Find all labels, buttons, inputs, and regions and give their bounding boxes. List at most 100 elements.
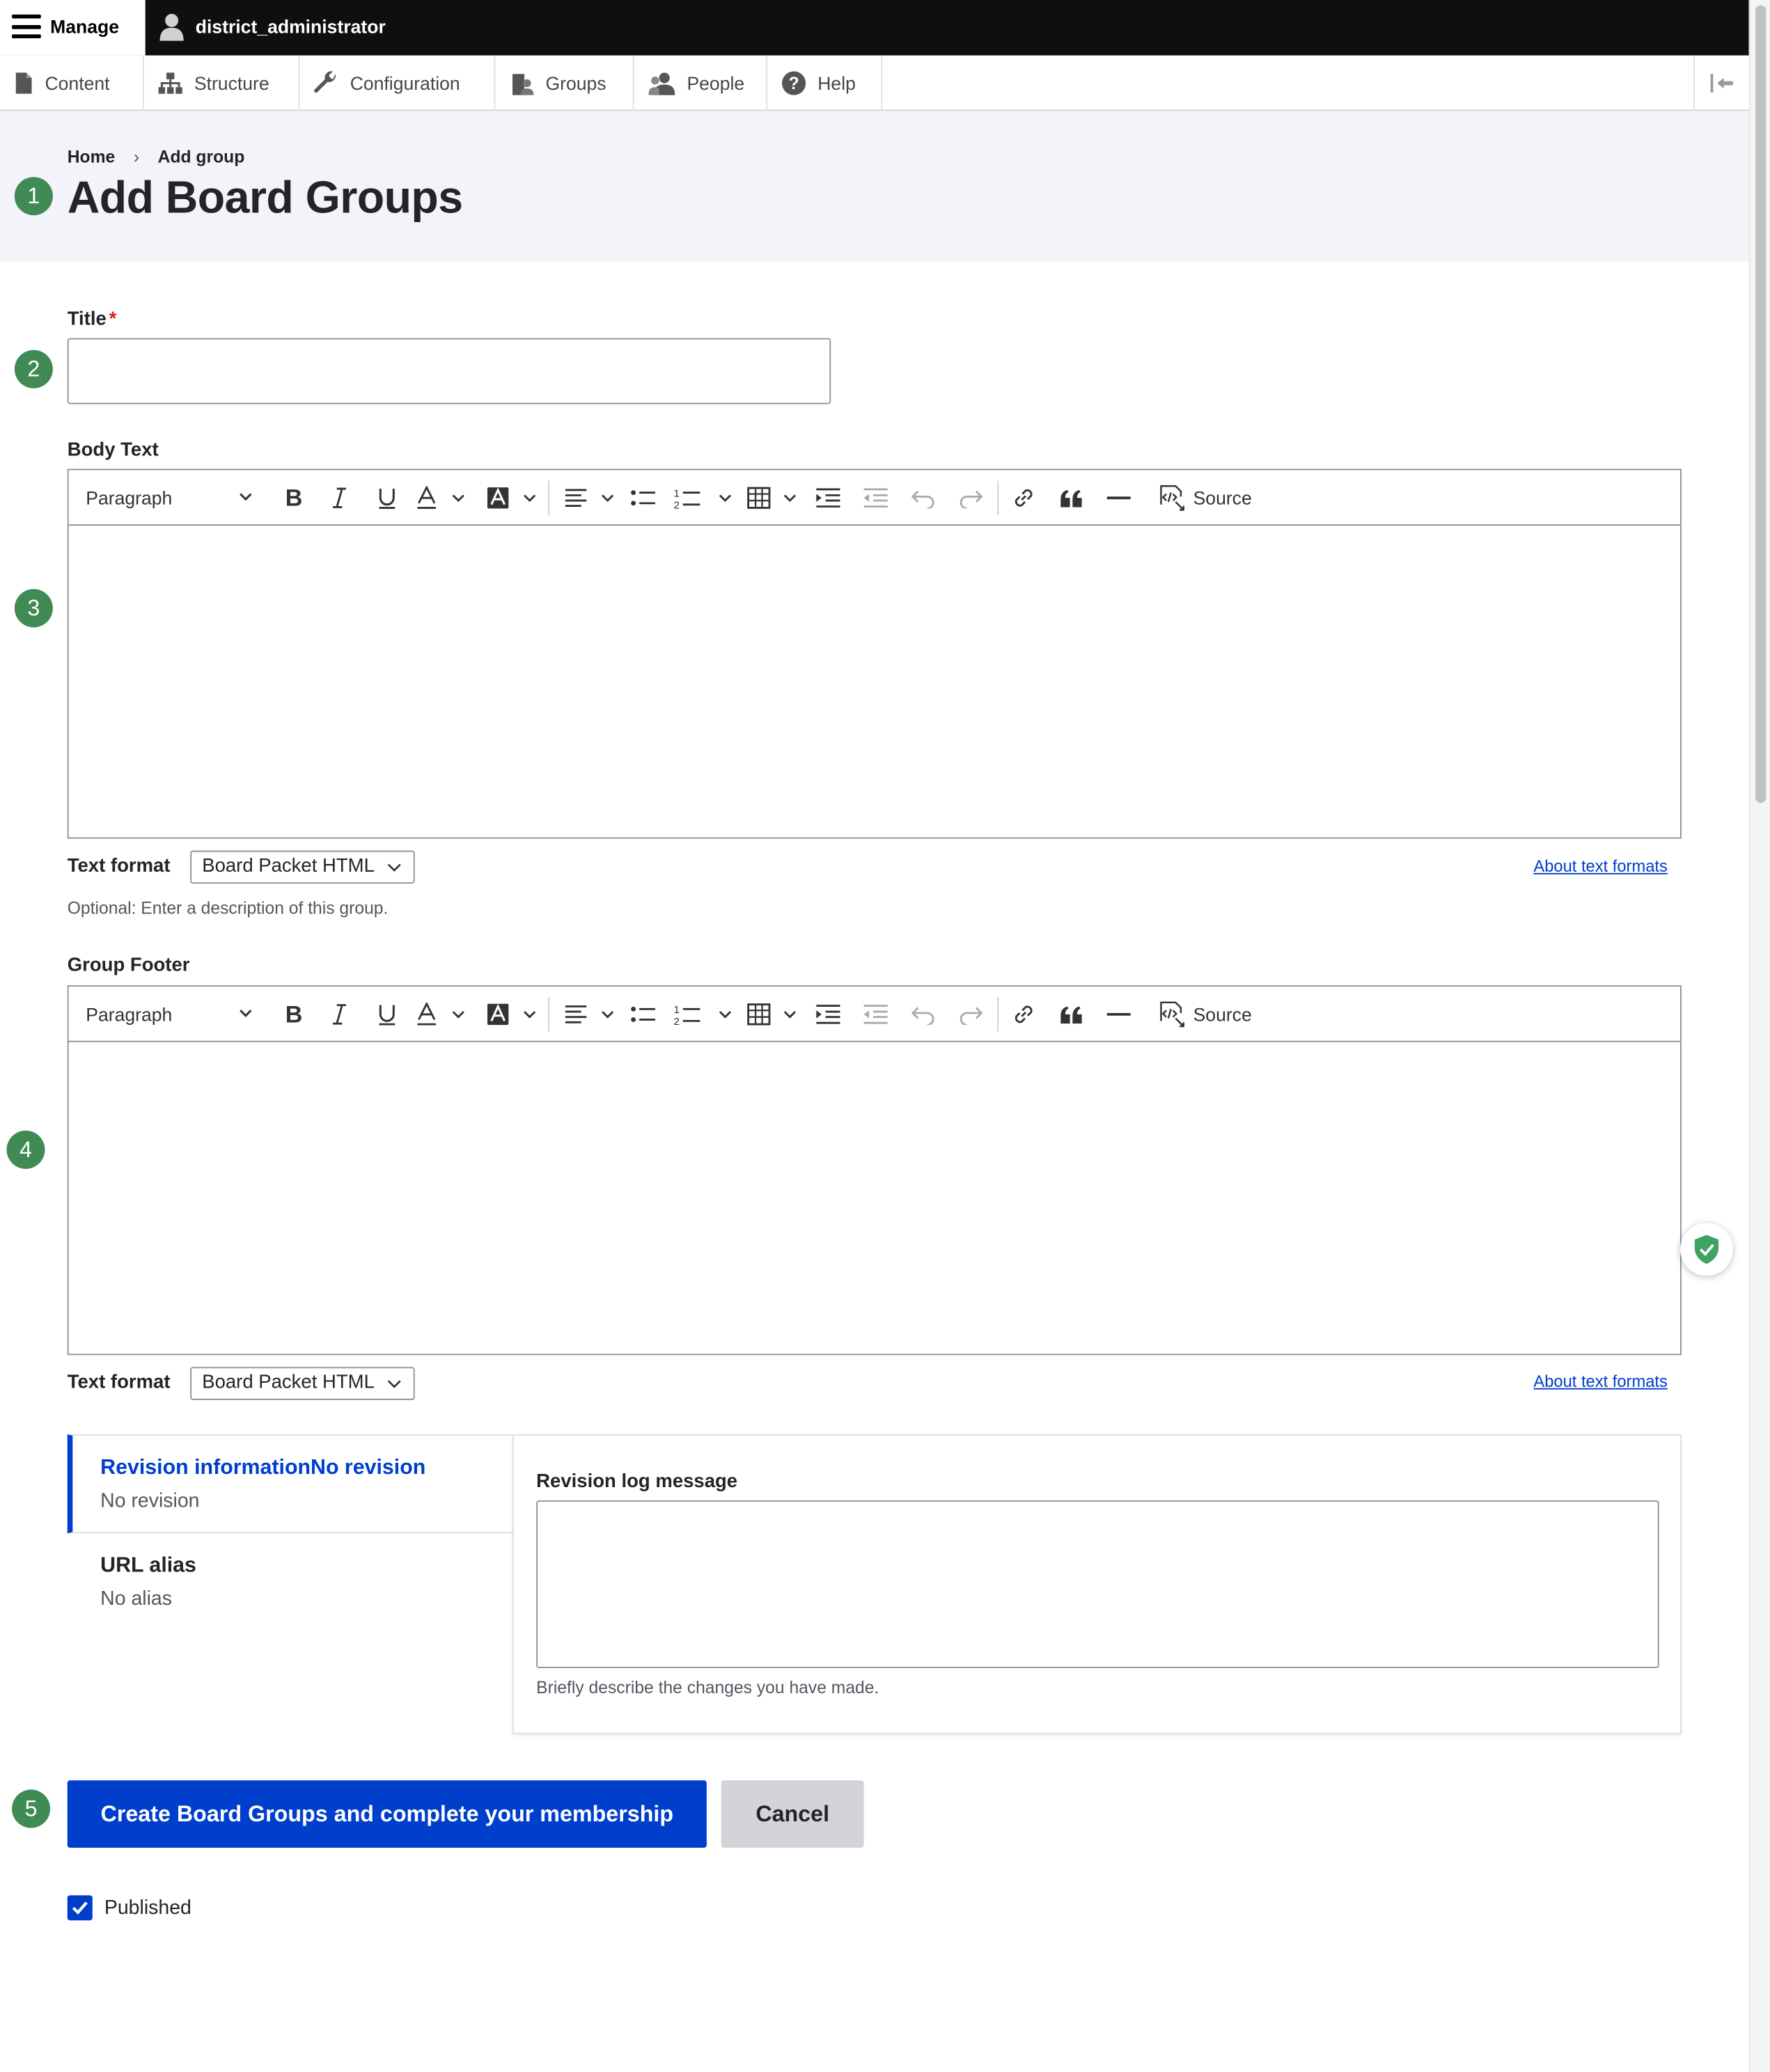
align-button[interactable] bbox=[560, 987, 618, 1042]
numbered-list-icon: 12 bbox=[673, 1004, 732, 1026]
bulleted-list-icon bbox=[631, 490, 655, 506]
font-color-button[interactable] bbox=[415, 470, 471, 526]
bold-icon: B bbox=[285, 1003, 303, 1026]
vertical-tab-revision-information[interactable]: Revision informationNo revision No revis… bbox=[67, 1434, 514, 1534]
tray-label-help: Help bbox=[817, 72, 856, 94]
hamburger-icon bbox=[12, 14, 41, 39]
font-color-button[interactable] bbox=[415, 987, 471, 1042]
italic-button[interactable] bbox=[320, 470, 359, 526]
bold-button[interactable]: B bbox=[274, 987, 313, 1042]
bold-button[interactable]: B bbox=[274, 470, 313, 526]
title-label-text: Title bbox=[67, 308, 107, 331]
tray-item-structure[interactable]: Structure bbox=[144, 55, 300, 111]
table-button[interactable] bbox=[745, 987, 801, 1042]
toolbar-separator bbox=[548, 997, 550, 1032]
step-marker-3: 3 bbox=[14, 589, 53, 628]
body-text-description: Optional: Enter a description of this gr… bbox=[67, 897, 389, 918]
redo-button[interactable] bbox=[951, 987, 991, 1042]
link-icon bbox=[1015, 489, 1033, 507]
manage-label: Manage bbox=[50, 15, 119, 38]
underline-button[interactable] bbox=[367, 987, 407, 1042]
groups-icon bbox=[512, 74, 534, 95]
blockquote-button[interactable] bbox=[1051, 987, 1091, 1042]
bulleted-list-button[interactable] bbox=[623, 987, 663, 1042]
tray-item-help[interactable]: ? Help bbox=[767, 55, 883, 111]
manage-button[interactable]: Manage bbox=[0, 0, 146, 56]
quote-icon bbox=[1060, 1006, 1082, 1024]
scrollbar-thumb[interactable] bbox=[1755, 5, 1767, 803]
numbered-list-button[interactable]: 12 bbox=[671, 987, 735, 1042]
group-footer-format-select[interactable]: Board Packet HTML bbox=[190, 1367, 415, 1400]
chevron-down-icon bbox=[387, 863, 401, 872]
group-footer-editable-area[interactable] bbox=[69, 1042, 1680, 1354]
security-shield-button[interactable] bbox=[1679, 1223, 1733, 1276]
svg-text:?: ? bbox=[789, 74, 799, 93]
table-button[interactable] bbox=[745, 470, 801, 526]
horizontal-line-button[interactable] bbox=[1099, 987, 1138, 1042]
tray-item-content[interactable]: Content bbox=[0, 55, 144, 111]
breadcrumb-current[interactable]: Add group bbox=[158, 147, 245, 166]
chevron-down-icon bbox=[240, 493, 252, 501]
chevron-down-icon bbox=[240, 1010, 252, 1017]
font-color-icon bbox=[417, 1002, 464, 1026]
numbered-list-button[interactable]: 12 bbox=[671, 470, 735, 526]
vertical-tab-url-title: URL alias bbox=[100, 1554, 196, 1578]
tray-item-people[interactable]: People bbox=[634, 55, 768, 111]
shield-check-icon bbox=[1694, 1234, 1718, 1264]
about-text-formats-link[interactable]: About text formats bbox=[1533, 857, 1667, 876]
body-text-format-select[interactable]: Board Packet HTML bbox=[190, 850, 415, 884]
quote-icon bbox=[1060, 489, 1082, 508]
title-input[interactable] bbox=[67, 338, 831, 405]
group-footer-format-label: Text format bbox=[67, 1372, 171, 1394]
blockquote-button[interactable] bbox=[1051, 470, 1091, 526]
undo-button[interactable] bbox=[904, 470, 943, 526]
italic-button[interactable] bbox=[320, 987, 359, 1042]
group-footer-format-value: Board Packet HTML bbox=[202, 1372, 375, 1394]
horizontal-line-icon bbox=[1106, 496, 1131, 500]
indent-icon bbox=[816, 488, 840, 508]
breadcrumb: Home › Add group bbox=[68, 147, 245, 166]
tray-item-configuration[interactable]: Configuration bbox=[300, 55, 496, 111]
horizontal-line-button[interactable] bbox=[1099, 470, 1138, 526]
tray-orientation-toggle[interactable] bbox=[1693, 55, 1749, 111]
undo-button[interactable] bbox=[904, 987, 943, 1042]
paragraph-dropdown[interactable]: Paragraph bbox=[86, 470, 258, 526]
outdent-icon bbox=[863, 488, 888, 508]
indent-button[interactable] bbox=[808, 470, 848, 526]
source-button[interactable]: Source bbox=[1154, 987, 1255, 1042]
published-checkbox[interactable] bbox=[67, 1895, 93, 1921]
redo-button[interactable] bbox=[951, 470, 991, 526]
paragraph-dropdown[interactable]: Paragraph bbox=[86, 987, 258, 1042]
underline-button[interactable] bbox=[367, 470, 407, 526]
step-marker-5: 5 bbox=[12, 1789, 51, 1828]
indent-button[interactable] bbox=[808, 987, 848, 1042]
cancel-button[interactable]: Cancel bbox=[721, 1780, 864, 1848]
published-label: Published bbox=[104, 1897, 191, 1920]
align-left-icon bbox=[565, 1005, 614, 1023]
about-text-formats-link[interactable]: About text formats bbox=[1533, 1372, 1667, 1391]
link-button[interactable] bbox=[1004, 470, 1044, 526]
required-marker: * bbox=[109, 308, 117, 331]
tray-item-groups[interactable]: Groups bbox=[495, 55, 634, 111]
indent-icon bbox=[816, 1005, 840, 1024]
link-button[interactable] bbox=[1004, 987, 1044, 1042]
bold-icon: B bbox=[285, 486, 303, 510]
create-board-groups-button[interactable]: Create Board Groups and complete your me… bbox=[67, 1780, 707, 1848]
page-scrollbar[interactable] bbox=[1748, 0, 1770, 2072]
highlight-button[interactable] bbox=[483, 987, 539, 1042]
source-button[interactable]: Source bbox=[1154, 470, 1255, 526]
highlight-button[interactable] bbox=[483, 470, 539, 526]
body-text-editable-area[interactable] bbox=[69, 526, 1680, 838]
outdent-button[interactable] bbox=[856, 470, 895, 526]
outdent-button[interactable] bbox=[856, 987, 895, 1042]
revision-log-textarea[interactable] bbox=[536, 1500, 1659, 1668]
svg-text:B: B bbox=[285, 1003, 303, 1026]
help-icon: ? bbox=[782, 71, 806, 95]
title-label: Title * bbox=[68, 309, 117, 330]
breadcrumb-home[interactable]: Home bbox=[68, 147, 116, 166]
tray-label-people: People bbox=[687, 72, 745, 94]
align-button[interactable] bbox=[560, 470, 618, 526]
vertical-tab-url-alias[interactable]: URL alias No alias bbox=[68, 1535, 514, 1630]
bulleted-list-button[interactable] bbox=[623, 470, 663, 526]
link-icon bbox=[1015, 1005, 1033, 1023]
